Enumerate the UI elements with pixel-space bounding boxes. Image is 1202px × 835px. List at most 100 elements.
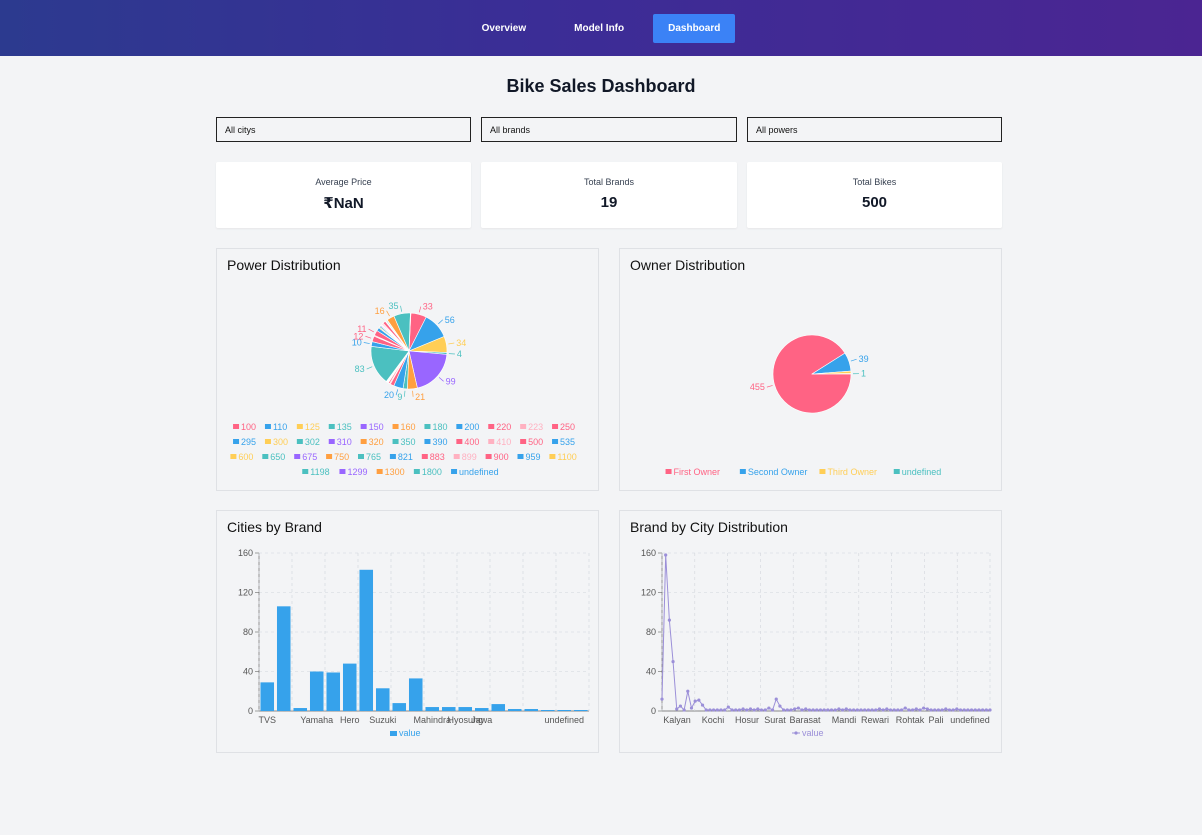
x-tick-label: Yamaha [300,715,333,725]
nav-dashboard[interactable]: Dashboard [653,13,736,43]
legend-swatch [453,454,460,459]
pie-label-line [386,310,390,317]
pie-label-line [438,319,444,325]
line-point [988,708,992,712]
legend-item: 150 [369,422,384,432]
pie-label-line [438,377,444,382]
bar [326,672,341,711]
y-tick-label: 120 [641,588,656,598]
line-point [951,708,955,712]
bar [276,606,291,711]
line-point [763,708,767,712]
legend-swatch [390,731,397,736]
legend-item: 765 [366,452,381,462]
line-point [885,707,889,711]
pie-label: 99 [446,376,456,386]
line-point [936,708,941,712]
legend-item: 302 [305,437,320,447]
legend-item: 160 [401,422,416,432]
line-point [903,706,907,710]
legend-swatch [517,454,524,459]
power-distribution-panel: Power Distribution 33 56 34 4 99 21 9 20 83 10 12 1… [216,248,599,491]
legend-item: 300 [273,437,288,447]
pie-label: 4 [457,349,462,359]
line-point [829,708,834,712]
legend-swatch [456,439,463,444]
pie-label: 455 [750,382,765,392]
x-tick-label: Kalyan [663,715,691,725]
legend-item: 390 [432,437,447,447]
x-tick-label: Barasat [789,715,821,725]
line-point [789,708,793,712]
line-point [737,708,741,712]
legend-swatch [819,469,826,474]
line-point [782,708,786,712]
line-point [767,706,771,710]
line-point [774,697,778,701]
line-point [955,707,959,711]
legend-swatch [230,454,237,459]
legend-swatch [360,439,367,444]
legend-swatch [451,469,458,474]
line-point [748,707,753,711]
line-point [848,708,852,712]
brand-filter-select[interactable]: All brands [481,117,737,142]
legend-swatch [485,454,492,459]
line-point [947,708,952,712]
legend-item: 1299 [347,467,367,477]
legend-swatch [264,439,271,444]
bar [293,708,308,711]
nav-overview[interactable]: Overview [467,14,541,43]
line-point [863,708,867,712]
bar [342,663,357,711]
legend-swatch [339,469,346,474]
line-point [818,708,823,712]
x-tick-label: undefined [544,715,584,725]
pie-label: 16 [375,306,385,316]
power-filter-select[interactable]: All powers [747,117,1002,142]
legend-item: 1800 [422,467,442,477]
page-title: Bike Sales Dashboard [506,76,696,96]
pie-label: 39 [859,354,869,364]
y-tick-label: 160 [238,548,253,558]
pie-label: 11 [357,324,366,334]
city-filter-select[interactable]: All citys [216,117,471,142]
stat-card-average-price: Average Price ₹NaN [216,162,471,228]
legend-item: Second Owner [748,467,808,477]
line-point [922,706,926,710]
line-point [752,708,756,712]
legend-item: 883 [430,452,445,462]
legend-swatch [264,424,271,429]
legend-item: 320 [369,437,384,447]
line-point [973,708,977,712]
x-tick-label: Hosur [735,715,759,725]
line-point [929,708,933,712]
line-point [770,708,775,712]
legend-item: Third Owner [827,467,877,477]
legend-swatch [552,424,559,429]
bar [392,703,407,711]
legend-item: 250 [560,422,575,432]
brand-bar-chart: 04080120160TVS Yamaha Hero Suzuki MahindraHy… [238,548,590,738]
city-line-chart: 0 40 80 120 160 Kalyan Kochi Hosur Surat Barasat M… [641,548,992,738]
legend-item: 410 [496,437,511,447]
line-point [962,708,966,712]
legend-swatch [296,424,303,429]
bar [260,682,275,711]
line-point [678,704,683,708]
line-point [866,708,870,712]
line-point [966,708,970,712]
nav-model-info[interactable]: Model Info [559,14,639,43]
legend-swatch [328,424,335,429]
line-point [796,706,800,710]
line-point [723,708,727,712]
power-pie-chart: 33563449921920831012111635100 110 125 135 15… [230,301,577,477]
line-point [914,707,918,711]
line-point [822,708,826,712]
x-tick-label: Mahindra [413,715,451,725]
line-point [892,708,896,712]
legend-item: 180 [432,422,447,432]
line-point [671,660,675,664]
legend-swatch [424,424,431,429]
line-point [870,708,874,712]
